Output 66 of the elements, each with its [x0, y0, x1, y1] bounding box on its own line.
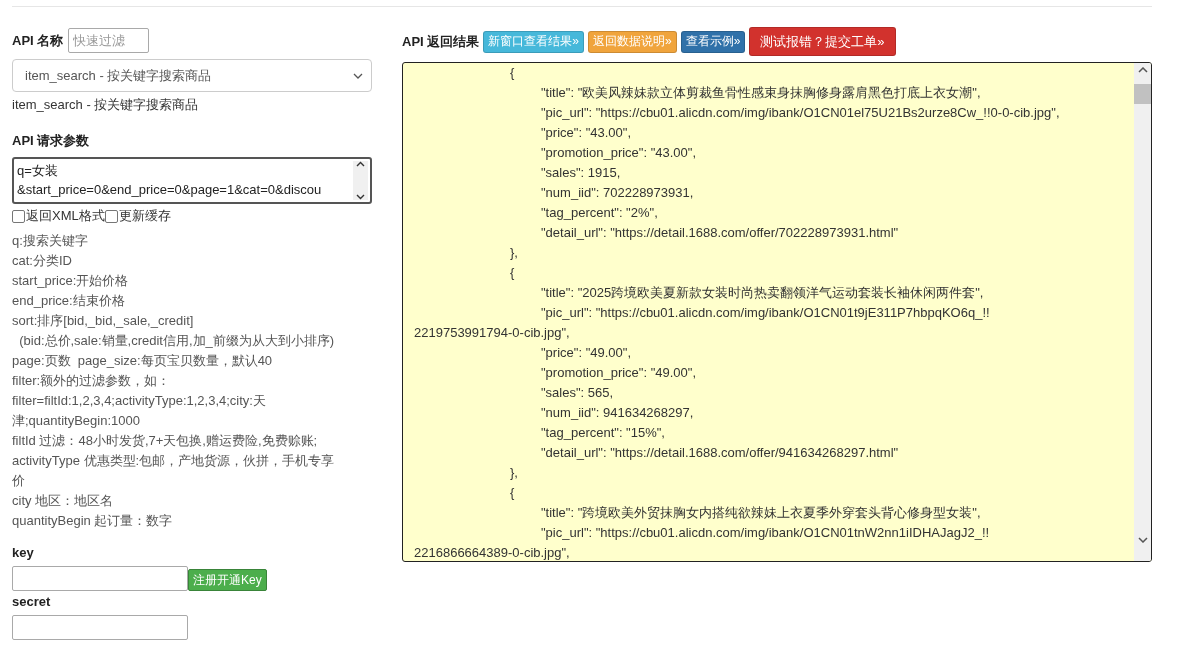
help-text: 津;quantityBegin:1000: [12, 412, 141, 430]
json-line: "tag_percent": "2%",: [540, 204, 659, 222]
json-line: "tag_percent": "15%",: [540, 424, 666, 442]
help-text: (bid:总价,sale:销量,credit信用,加_前缀为从大到小排序): [18, 332, 336, 350]
help-text: filtId 过滤：48小时发货,7+天包换,赠运费险,免费赊账;: [12, 432, 319, 450]
help-text: q:搜索关键字: [12, 232, 89, 250]
help-text: start_price:开始价格: [12, 272, 130, 290]
checkbox-label: 返回XML格式: [26, 207, 105, 225]
help-text: activityType 优惠类型:包邮，产地货源，伙拼，手机专享: [12, 452, 336, 470]
scrollbar[interactable]: [1134, 63, 1151, 561]
json-line: "title": "跨境欧美外贸抹胸女内搭纯欲辣妹上衣夏季外穿套头背心修身型女装",: [540, 504, 982, 522]
scroll-thumb[interactable]: [1134, 84, 1151, 104]
json-line: "pic_url": "https://cbu01.alicdn.com/img/ibank/O1CN01t9jE311P7hbpqKO6q_!!: [540, 304, 991, 322]
json-line: },: [509, 244, 519, 262]
secret-label: secret: [12, 594, 52, 609]
json-line: "price": "49.00",: [540, 344, 632, 362]
params-field[interactable]: q=女装 &start_price=0&end_price=0&page=1&cat=0&discou: [12, 157, 372, 204]
chevron-icon: [353, 72, 363, 79]
json-line: "pic_url": "https://cbu01.alicdn.com/img/ibank/O1CN01tnW2nn1iIDHAJagJ2_!!: [540, 524, 991, 542]
help-text: sort:排序[bid,_bid,_sale,_credit]: [12, 312, 195, 330]
json-line: "title": "欧美风辣妹款立体剪裁鱼骨性感束身抹胸修身露肩黑色打底上衣女潮",: [540, 84, 982, 102]
help-text: page:页数 page_size:每页宝贝数量，默认40: [12, 352, 274, 370]
json-line: "price": "43.00",: [540, 124, 632, 142]
action-button[interactable]: 查看示例»: [680, 30, 746, 53]
filter-field[interactable]: 快速过滤: [68, 28, 150, 53]
json-line: "title": "2025跨境欧美夏新款女装时尚热卖翻领洋气运动套装长袖休闲两件套",: [540, 284, 985, 302]
params-label: API 请求参数: [12, 132, 91, 150]
api-description: item_search - 按关键字搜索商品: [12, 96, 200, 114]
json-line: {: [509, 264, 516, 282]
api-name-label: API 名称: [12, 31, 64, 50]
json-line: "detail_url": "https://detail.1688.com/offer/702228973931.html": [540, 224, 900, 242]
json-line: 2219753991794-0-cib.jpg",: [414, 324, 571, 342]
scroll-down-icon[interactable]: [356, 194, 365, 200]
json-line: "num_iid": 941634268297,: [540, 404, 695, 422]
api-select[interactable]: item_search - 按关键字搜索商品: [12, 59, 372, 92]
json-line: {: [509, 64, 516, 82]
help-text: 价: [12, 472, 26, 490]
json-line: "num_iid": 702228973931,: [540, 184, 695, 202]
register-key-button[interactable]: 注册开通Key: [188, 569, 267, 591]
help-text: filter=filtId:1,2,3,4;activityType:1,2,3,4;city:天: [12, 392, 267, 410]
json-line: "sales": 1915,: [540, 164, 622, 182]
json-line: "promotion_price": "43.00",: [540, 144, 698, 162]
scroll-up-icon[interactable]: [356, 161, 365, 167]
scroll-up-icon[interactable]: [1137, 67, 1148, 73]
json-line: 2216866664389-0-cib.jpg",: [414, 544, 571, 561]
result-area[interactable]: [402, 62, 1152, 562]
key-field[interactable]: [12, 566, 188, 591]
json-line: "sales": 565,: [540, 384, 615, 402]
secret-field[interactable]: [12, 615, 188, 640]
help-text: cat:分类ID: [12, 252, 73, 270]
scroll-down-icon[interactable]: [1137, 537, 1148, 543]
checkbox[interactable]: [12, 209, 25, 223]
json-line: "promotion_price": "49.00",: [540, 364, 698, 382]
json-line: "detail_url": "https://detail.1688.com/offer/941634268297.html": [540, 444, 900, 462]
help-text: end_price:结束价格: [12, 292, 126, 310]
result-label: API 返回结果: [402, 32, 480, 51]
json-line: "pic_url": "https://cbu01.alicdn.com/img/ibank/O1CN01el75U21Bs2urze8Cw_!!0-0-cib.jpg",: [540, 104, 1061, 122]
help-text: city 地区：地区名: [12, 492, 115, 510]
help-text: quantityBegin 起订量：数字: [12, 512, 174, 530]
help-text: filter:额外的过滤参数，如：: [12, 372, 172, 390]
json-line: {: [509, 484, 516, 502]
report-button[interactable]: 测试报错？提交工单»: [749, 27, 896, 56]
key-label: key: [12, 545, 35, 560]
checkbox[interactable]: [104, 209, 118, 223]
checkbox-label: 更新缓存: [118, 207, 171, 225]
json-line: },: [509, 464, 519, 482]
